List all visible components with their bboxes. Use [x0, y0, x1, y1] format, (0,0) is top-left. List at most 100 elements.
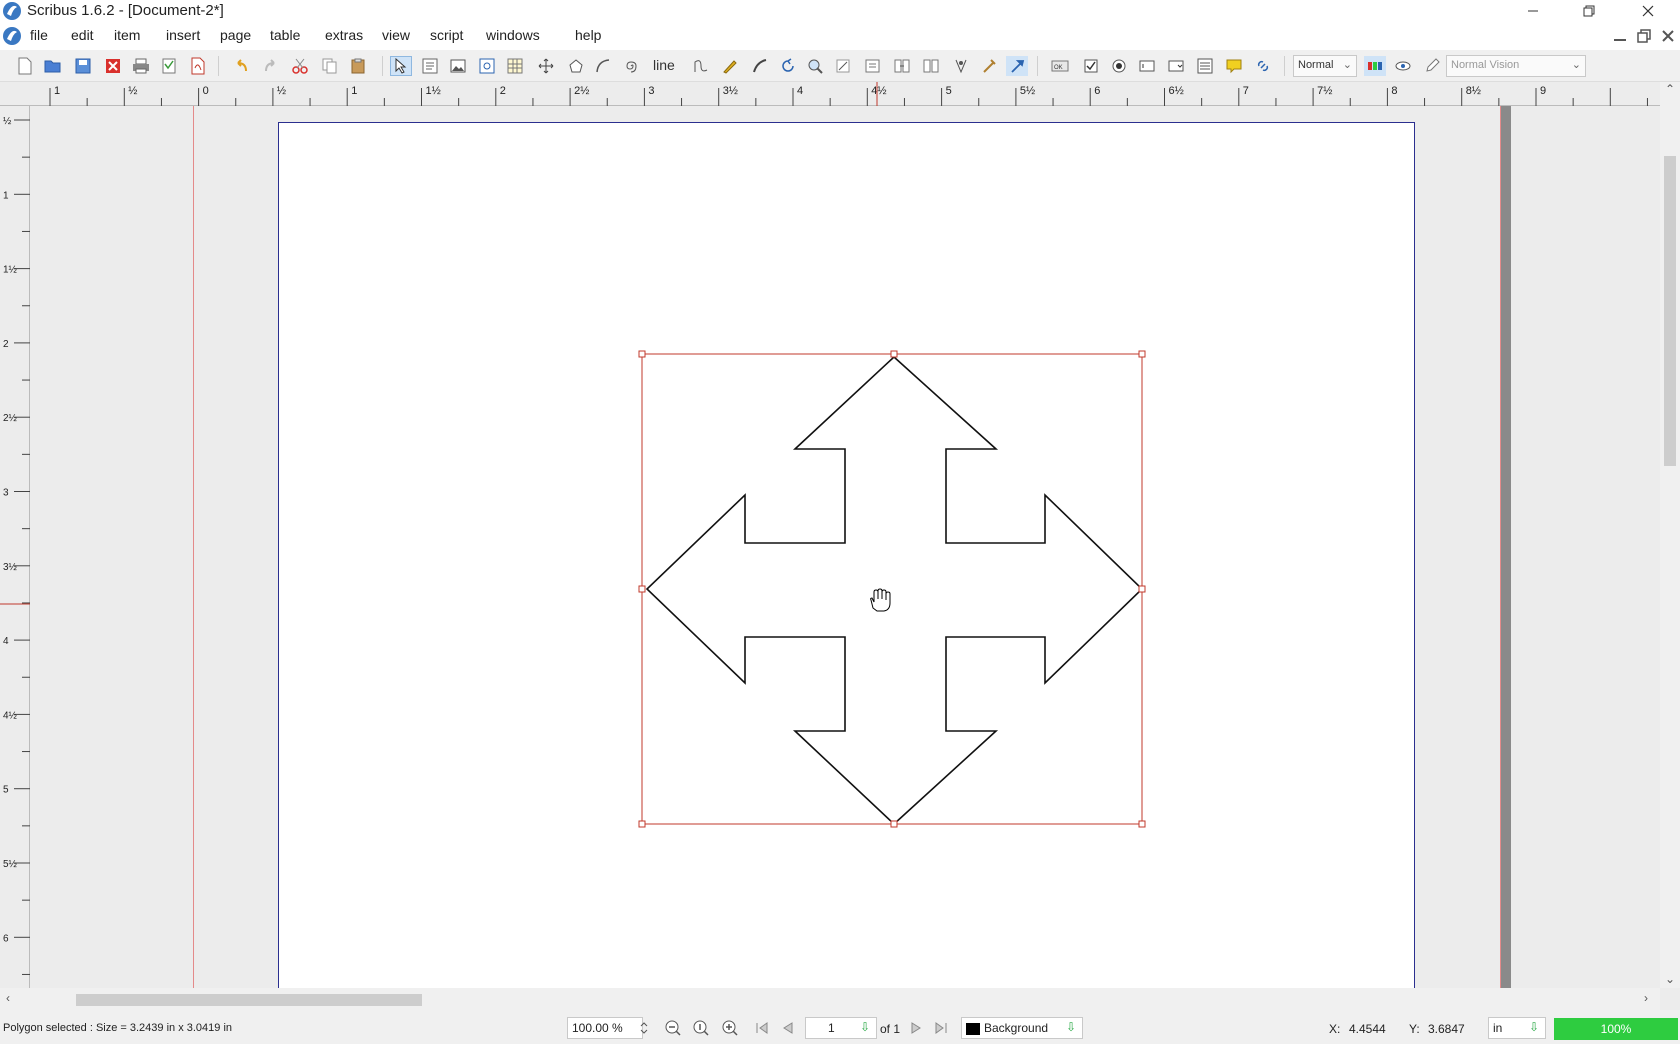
- vertical-scrollbar[interactable]: ⌃ ⌄: [1660, 82, 1680, 988]
- layer-select[interactable]: Background ⇩: [961, 1017, 1083, 1039]
- edit-contents-button[interactable]: [832, 56, 854, 76]
- menu-table[interactable]: table: [270, 27, 300, 43]
- cut-button[interactable]: [289, 56, 311, 76]
- zoom-in-button[interactable]: [719, 1018, 741, 1038]
- first-page-button[interactable]: [751, 1018, 773, 1038]
- color-management-toggle[interactable]: [1364, 56, 1386, 76]
- zoom-input[interactable]: 100.00 %: [567, 1017, 643, 1039]
- last-page-button[interactable]: [930, 1018, 952, 1038]
- calligraphic-button[interactable]: [749, 56, 771, 76]
- pdf-link-tool[interactable]: [1252, 56, 1274, 76]
- vertical-scroll-thumb[interactable]: [1664, 156, 1676, 466]
- scroll-up-icon[interactable]: ⌃: [1665, 82, 1675, 96]
- menu-edit[interactable]: edit: [71, 27, 94, 43]
- menu-view[interactable]: view: [382, 27, 410, 43]
- menu-help[interactable]: help: [575, 27, 601, 43]
- zoom-button[interactable]: [804, 56, 826, 76]
- horizontal-scrollbar[interactable]: ‹ ›: [0, 988, 1660, 1010]
- doc-close-button[interactable]: [1658, 26, 1678, 46]
- restore-button[interactable]: [1561, 0, 1617, 22]
- handle-bottom[interactable]: [890, 820, 898, 828]
- select-tool-button[interactable]: [390, 56, 412, 76]
- handle-right[interactable]: [1138, 585, 1146, 593]
- pdf-button-tool[interactable]: OK: [1049, 56, 1071, 76]
- menu-item[interactable]: item: [114, 27, 140, 43]
- previous-page-button[interactable]: [777, 1018, 799, 1038]
- handle-top[interactable]: [890, 350, 898, 358]
- save-button[interactable]: [72, 56, 94, 76]
- link-frames-button[interactable]: [891, 56, 913, 76]
- copy-properties-button[interactable]: [978, 56, 1000, 76]
- vertical-ruler[interactable]: ½ 1 1½ 2 2½ 3 3½ 4 4½ 5 5½ 6: [0, 106, 30, 988]
- menu-extras[interactable]: extras: [325, 27, 363, 43]
- polygon-button[interactable]: [565, 56, 587, 76]
- export-pdf-button[interactable]: [187, 56, 209, 76]
- rotate-button[interactable]: [777, 56, 799, 76]
- ruler-label: 6: [3, 933, 9, 944]
- scroll-left-icon[interactable]: ‹: [6, 991, 10, 1005]
- menu-windows[interactable]: windows: [486, 27, 540, 43]
- freehand-button[interactable]: [719, 56, 741, 76]
- handle-bottom-right[interactable]: [1138, 820, 1146, 828]
- horizontal-ruler[interactable]: 1 ½ 0 ½ 1 1½ 2 2½ 3 3½ 4 4½ 5 5½ 6 6½ 7 7½ 8 8½ 9: [0, 82, 1660, 106]
- handle-bottom-left[interactable]: [638, 820, 646, 828]
- handle-top-right[interactable]: [1138, 350, 1146, 358]
- preflight-button[interactable]: [158, 56, 180, 76]
- bezier-button[interactable]: [690, 56, 712, 76]
- open-button[interactable]: [42, 56, 64, 76]
- horizontal-scroll-thumb[interactable]: [76, 994, 422, 1006]
- spiral-button[interactable]: [620, 56, 642, 76]
- eyedropper-button[interactable]: [1006, 56, 1028, 76]
- copy-button[interactable]: [319, 56, 341, 76]
- redo-button[interactable]: [260, 56, 282, 76]
- menu-file[interactable]: file: [30, 27, 48, 43]
- render-mode-select[interactable]: Normal ⌄: [1293, 55, 1357, 77]
- paste-button[interactable]: [347, 56, 369, 76]
- copy-icon: [322, 58, 337, 74]
- selected-polygon[interactable]: [30, 106, 1660, 988]
- undo-button[interactable]: [230, 56, 252, 76]
- edit-text-button[interactable]: [862, 56, 884, 76]
- table-button[interactable]: [504, 56, 526, 76]
- canvas-area[interactable]: [30, 106, 1660, 988]
- unit-select[interactable]: in ⇩: [1488, 1017, 1546, 1039]
- page-number-input[interactable]: 1 ⇩: [805, 1017, 877, 1039]
- pdf-combobox-tool[interactable]: [1165, 56, 1187, 76]
- pdf-textfield-tool[interactable]: [1136, 56, 1158, 76]
- print-button[interactable]: [130, 56, 152, 76]
- unlink-frames-button[interactable]: [920, 56, 942, 76]
- doc-minimize-button[interactable]: [1610, 26, 1630, 46]
- render-frame-button[interactable]: [476, 56, 498, 76]
- image-frame-button[interactable]: [447, 56, 469, 76]
- menu-insert[interactable]: insert: [166, 27, 200, 43]
- text-frame-button[interactable]: [419, 56, 441, 76]
- pdf-listbox-tool[interactable]: [1194, 56, 1216, 76]
- zoom-spinner[interactable]: [637, 1018, 651, 1038]
- next-page-button[interactable]: [905, 1018, 927, 1038]
- scribus-menu-icon[interactable]: [2, 26, 22, 46]
- menu-script[interactable]: script: [430, 27, 463, 43]
- shape-button[interactable]: [535, 56, 557, 76]
- handle-top-left[interactable]: [638, 350, 646, 358]
- scroll-right-icon[interactable]: ›: [1644, 991, 1648, 1005]
- close-document-button[interactable]: [102, 56, 124, 76]
- close-window-button[interactable]: [1620, 0, 1676, 22]
- menu-page[interactable]: page: [220, 27, 251, 43]
- new-document-button[interactable]: [14, 56, 36, 76]
- measure-button[interactable]: [950, 56, 972, 76]
- line-tool-label[interactable]: line: [653, 57, 675, 73]
- scroll-down-icon[interactable]: ⌄: [1665, 972, 1675, 986]
- doc-restore-button[interactable]: [1634, 26, 1654, 46]
- vision-mode-select[interactable]: Normal Vision ⌄: [1446, 55, 1586, 77]
- preview-mode-toggle[interactable]: [1392, 56, 1414, 76]
- zoom-100-button[interactable]: [690, 1018, 712, 1038]
- minimize-button[interactable]: [1505, 0, 1561, 22]
- handle-left[interactable]: [638, 585, 646, 593]
- zoom-out-button[interactable]: [662, 1018, 684, 1038]
- pdf-checkbox-tool[interactable]: [1080, 56, 1102, 76]
- pdf-radio-tool[interactable]: [1108, 56, 1130, 76]
- edit-in-preview-toggle[interactable]: [1421, 56, 1443, 76]
- arc-button[interactable]: [592, 56, 614, 76]
- pdf-annotation-tool[interactable]: [1223, 56, 1245, 76]
- four-way-arrow-polygon[interactable]: [645, 355, 1144, 826]
